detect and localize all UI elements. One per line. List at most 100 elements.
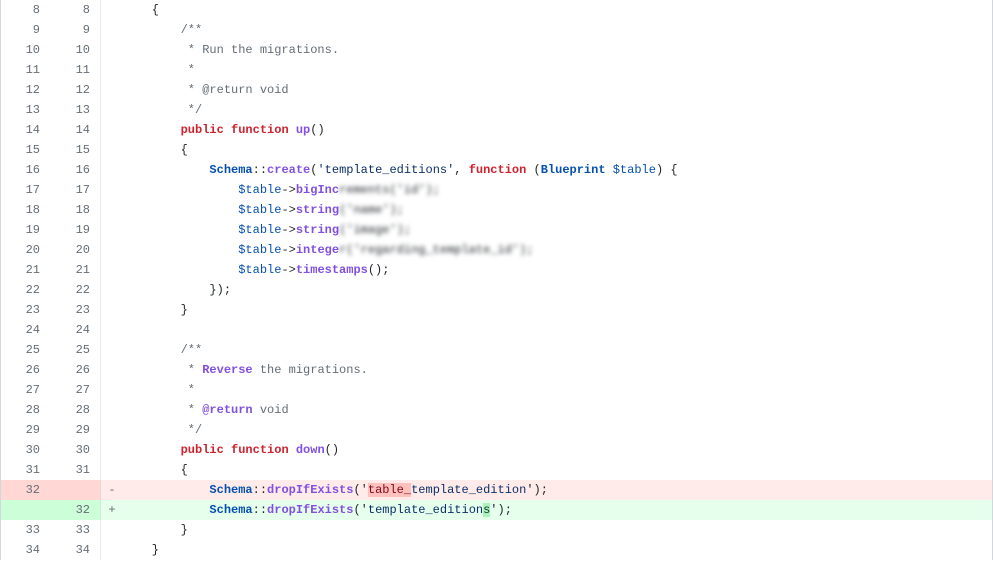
diff-row[interactable]: 88 { (1, 0, 992, 20)
line-number-new[interactable]: 30 (51, 440, 101, 460)
line-number-new[interactable]: 15 (51, 140, 101, 160)
code-cell[interactable]: $table->integer('regarding_template_id')… (123, 240, 992, 260)
line-number-old[interactable]: 28 (1, 400, 51, 420)
line-number-new[interactable] (51, 480, 101, 500)
code-cell[interactable]: $table->bigIncrements('id'); (123, 180, 992, 200)
line-number-new[interactable]: 18 (51, 200, 101, 220)
line-number-old[interactable]: 14 (1, 120, 51, 140)
code-cell[interactable]: { (123, 140, 992, 160)
line-number-new[interactable]: 26 (51, 360, 101, 380)
diff-row[interactable]: 1010 * Run the migrations. (1, 40, 992, 60)
diff-row[interactable]: 32+ Schema::dropIfExists('template_editi… (1, 500, 992, 520)
code-cell[interactable]: Schema::dropIfExists('template_editions'… (123, 500, 992, 520)
line-number-old[interactable]: 19 (1, 220, 51, 240)
diff-row[interactable]: 2626 * Reverse the migrations. (1, 360, 992, 380)
line-number-new[interactable]: 25 (51, 340, 101, 360)
code-cell[interactable]: $table->string('image'); (123, 220, 992, 240)
line-number-old[interactable]: 24 (1, 320, 51, 340)
line-number-old[interactable]: 26 (1, 360, 51, 380)
diff-row[interactable]: 99 /** (1, 20, 992, 40)
line-number-old[interactable]: 34 (1, 540, 51, 560)
diff-row[interactable]: 3333 } (1, 520, 992, 540)
line-number-old[interactable]: 9 (1, 20, 51, 40)
code-cell[interactable]: * @return void (123, 80, 992, 100)
line-number-old[interactable]: 21 (1, 260, 51, 280)
diff-row[interactable]: 2424 (1, 320, 992, 340)
code-cell[interactable]: public function up() (123, 120, 992, 140)
diff-row[interactable]: 1717 $table->bigIncrements('id'); (1, 180, 992, 200)
diff-row[interactable]: 32- Schema::dropIfExists('table_template… (1, 480, 992, 500)
code-cell[interactable]: } (123, 300, 992, 320)
line-number-new[interactable]: 34 (51, 540, 101, 560)
diff-row[interactable]: 2222 }); (1, 280, 992, 300)
line-number-new[interactable]: 22 (51, 280, 101, 300)
code-cell[interactable]: $table->string('name'); (123, 200, 992, 220)
line-number-new[interactable]: 24 (51, 320, 101, 340)
line-number-old[interactable]: 20 (1, 240, 51, 260)
code-cell[interactable]: * Reverse the migrations. (123, 360, 992, 380)
line-number-new[interactable]: 16 (51, 160, 101, 180)
line-number-new[interactable]: 11 (51, 60, 101, 80)
line-number-old[interactable]: 13 (1, 100, 51, 120)
code-cell[interactable]: } (123, 540, 992, 560)
diff-row[interactable]: 1414 public function up() (1, 120, 992, 140)
line-number-new[interactable]: 12 (51, 80, 101, 100)
line-number-new[interactable]: 33 (51, 520, 101, 540)
line-number-new[interactable]: 23 (51, 300, 101, 320)
code-cell[interactable]: * Run the migrations. (123, 40, 992, 60)
diff-row[interactable]: 1212 * @return void (1, 80, 992, 100)
line-number-new[interactable]: 17 (51, 180, 101, 200)
line-number-new[interactable]: 8 (51, 0, 101, 20)
diff-row[interactable]: 2020 $table->integer('regarding_template… (1, 240, 992, 260)
diff-row[interactable]: 1515 { (1, 140, 992, 160)
line-number-old[interactable]: 33 (1, 520, 51, 540)
line-number-old[interactable]: 11 (1, 60, 51, 80)
line-number-new[interactable]: 29 (51, 420, 101, 440)
line-number-old[interactable]: 10 (1, 40, 51, 60)
line-number-old[interactable]: 30 (1, 440, 51, 460)
diff-row[interactable]: 2121 $table->timestamps(); (1, 260, 992, 280)
code-cell[interactable]: { (123, 460, 992, 480)
line-number-new[interactable]: 21 (51, 260, 101, 280)
line-number-new[interactable]: 20 (51, 240, 101, 260)
code-cell[interactable]: /** (123, 20, 992, 40)
diff-row[interactable]: 2323 } (1, 300, 992, 320)
line-number-old[interactable]: 32 (1, 480, 51, 500)
code-cell[interactable] (123, 320, 992, 340)
line-number-old[interactable]: 17 (1, 180, 51, 200)
code-cell[interactable]: */ (123, 420, 992, 440)
code-cell[interactable]: } (123, 520, 992, 540)
code-cell[interactable]: Schema::create('template_editions', func… (123, 160, 992, 180)
line-number-new[interactable]: 9 (51, 20, 101, 40)
diff-row[interactable]: 1616 Schema::create('template_editions',… (1, 160, 992, 180)
line-number-old[interactable]: 31 (1, 460, 51, 480)
line-number-old[interactable] (1, 500, 51, 520)
line-number-old[interactable]: 25 (1, 340, 51, 360)
code-cell[interactable]: */ (123, 100, 992, 120)
diff-row[interactable]: 2929 */ (1, 420, 992, 440)
code-cell[interactable]: }); (123, 280, 992, 300)
line-number-old[interactable]: 18 (1, 200, 51, 220)
line-number-new[interactable]: 14 (51, 120, 101, 140)
code-cell[interactable]: * (123, 380, 992, 400)
line-number-old[interactable]: 23 (1, 300, 51, 320)
line-number-new[interactable]: 28 (51, 400, 101, 420)
line-number-old[interactable]: 27 (1, 380, 51, 400)
line-number-new[interactable]: 31 (51, 460, 101, 480)
line-number-new[interactable]: 32 (51, 500, 101, 520)
line-number-old[interactable]: 16 (1, 160, 51, 180)
line-number-old[interactable]: 29 (1, 420, 51, 440)
line-number-old[interactable]: 8 (1, 0, 51, 20)
code-cell[interactable]: $table->timestamps(); (123, 260, 992, 280)
line-number-new[interactable]: 13 (51, 100, 101, 120)
diff-row[interactable]: 3030 public function down() (1, 440, 992, 460)
code-cell[interactable]: Schema::dropIfExists('table_template_edi… (123, 480, 992, 500)
diff-row[interactable]: 2727 * (1, 380, 992, 400)
diff-row[interactable]: 3131 { (1, 460, 992, 480)
diff-row[interactable]: 3434 } (1, 540, 992, 560)
code-cell[interactable]: * (123, 60, 992, 80)
diff-row[interactable]: 2525 /** (1, 340, 992, 360)
line-number-new[interactable]: 10 (51, 40, 101, 60)
diff-row[interactable]: 1818 $table->string('name'); (1, 200, 992, 220)
line-number-old[interactable]: 15 (1, 140, 51, 160)
